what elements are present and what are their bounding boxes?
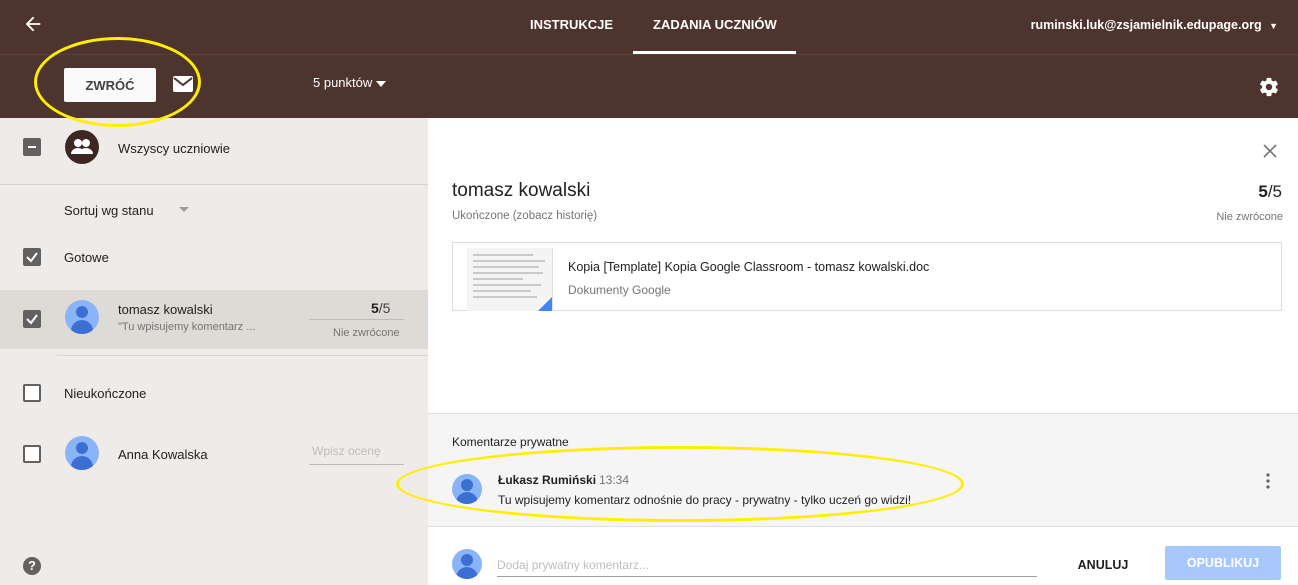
divider <box>57 355 428 356</box>
group-icon <box>65 130 99 164</box>
back-arrow-icon[interactable] <box>22 13 44 35</box>
student-checkbox[interactable] <box>23 310 41 328</box>
caret-down-icon: ▼ <box>1269 21 1278 31</box>
close-icon[interactable] <box>1262 143 1278 159</box>
caret-down-icon[interactable] <box>179 207 189 212</box>
avatar <box>65 300 99 334</box>
points-dropdown[interactable]: 5 punktów <box>313 75 372 90</box>
publish-button[interactable]: OPUBLIKUJ <box>1165 546 1281 580</box>
return-status: Nie zwrócone <box>333 327 400 339</box>
student-list-panel <box>0 118 428 585</box>
return-button[interactable]: ZWRÓĆ <box>64 68 156 102</box>
submission-status-link[interactable]: Ukończone (zobacz historię) <box>452 210 597 222</box>
top-app-bar: INSTRUKCJE ZADANIA UCZNIÓW ruminski.luk@… <box>0 0 1298 54</box>
comment-time: 13:34 <box>599 473 630 487</box>
more-vert-icon[interactable] <box>1266 473 1270 489</box>
comments-title: Komentarze prywatne <box>452 435 569 449</box>
group-label-not-done: Nieukończone <box>64 386 147 401</box>
grade-max: /5 <box>1267 182 1282 201</box>
check-icon <box>26 314 38 325</box>
cancel-button[interactable]: ANULUJ <box>1068 553 1138 577</box>
group-label-done: Gotowe <box>64 250 109 265</box>
private-comments-section <box>428 413 1298 526</box>
help-icon[interactable]: ? <box>23 557 41 575</box>
grade-max: /5 <box>378 300 391 316</box>
all-students-label[interactable]: Wszyscy uczniowie <box>118 141 230 156</box>
gear-icon[interactable] <box>1258 76 1280 98</box>
grade-underline <box>309 464 404 465</box>
tab-instructions[interactable]: INSTRUKCJE <box>530 0 613 54</box>
attachment-title: Kopia [Template] Kopia Google Classroom … <box>568 260 930 274</box>
avatar <box>452 549 482 579</box>
grade-underline <box>309 319 404 320</box>
comment-text: Tu wpisujemy komentarz odnośnie do pracy… <box>498 493 912 507</box>
detail-student-name: tomasz kowalski <box>452 180 591 201</box>
sort-dropdown[interactable]: Sortuj wg stanu <box>64 203 154 218</box>
grade-input-placeholder[interactable]: Wpisz ocenę <box>312 444 381 458</box>
account-menu[interactable]: ruminski.luk@zsjamielnik.edupage.org ▼ <box>1031 0 1278 54</box>
account-email: ruminski.luk@zsjamielnik.edupage.org <box>1030 18 1262 32</box>
tab-student-work[interactable]: ZADANIA UCZNIÓW <box>653 0 777 54</box>
attachment-card[interactable]: Kopia [Template] Kopia Google Classroom … <box>452 242 1282 311</box>
student-name[interactable]: Anna Kowalska <box>118 447 208 462</box>
avatar <box>65 436 99 470</box>
select-all-checkbox[interactable] <box>23 138 41 156</box>
detail-grade[interactable]: 5/5 <box>1258 182 1282 202</box>
detail-return-status: Nie zwrócone <box>1216 211 1283 223</box>
student-grade[interactable]: 5/5 <box>371 300 390 316</box>
caret-down-icon[interactable] <box>376 81 386 87</box>
private-comment-input[interactable] <box>497 553 1037 577</box>
attachment-type: Dokumenty Google <box>568 283 671 297</box>
student-checkbox[interactable] <box>23 445 41 463</box>
divider <box>0 184 428 185</box>
grading-toolbar <box>0 54 1298 118</box>
student-name: tomasz kowalski <box>118 302 213 317</box>
comment-author: Łukasz Rumiński <box>498 473 597 487</box>
avatar <box>452 474 482 504</box>
docs-corner-icon <box>538 297 552 311</box>
comment-preview: "Tu wpisujemy komentarz ... <box>118 321 256 333</box>
mail-icon[interactable] <box>172 75 194 93</box>
document-thumbnail <box>467 248 553 311</box>
group-checkbox-not-done[interactable] <box>23 384 41 402</box>
grade-value: 5 <box>1258 182 1268 201</box>
indeterminate-mark-icon <box>28 146 36 148</box>
check-icon <box>26 252 38 263</box>
grade-value: 5 <box>371 300 379 316</box>
group-checkbox-done[interactable] <box>23 248 41 266</box>
